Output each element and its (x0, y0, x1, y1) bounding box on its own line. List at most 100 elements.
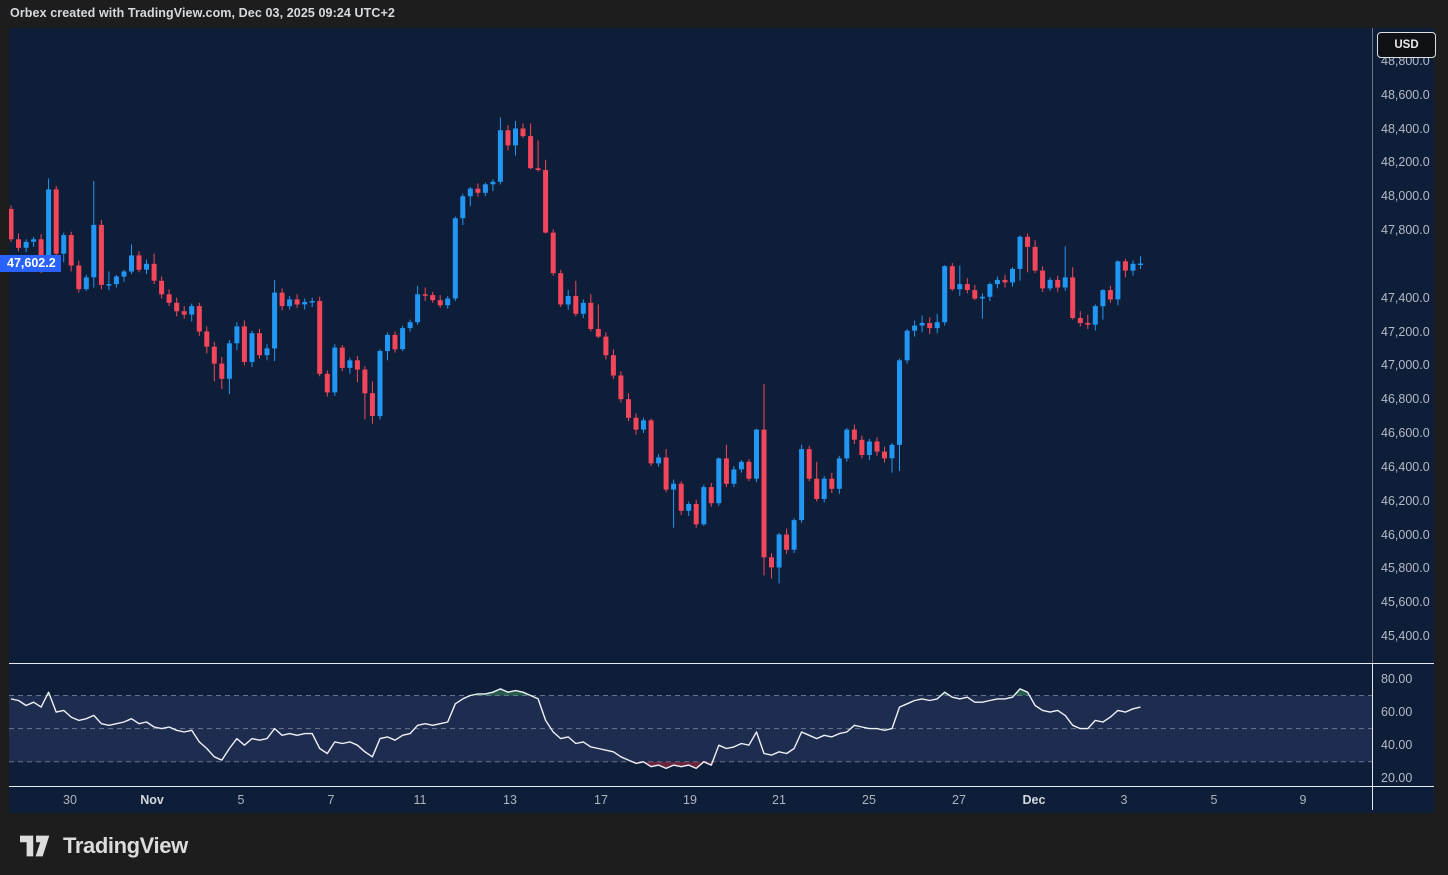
candle-up (837, 458, 842, 488)
candle-up (24, 242, 29, 248)
candle-up (912, 326, 917, 331)
time-axis-label: 9 (1300, 793, 1307, 807)
candle-down (1025, 237, 1030, 247)
candle-up (731, 469, 736, 483)
price-axis-label: 45,400.0 (1381, 629, 1430, 643)
candle-wick (1140, 256, 1141, 269)
candle-down (370, 393, 375, 416)
candle-down (852, 430, 857, 440)
candle-down (325, 374, 330, 393)
price-axis-label: 46,600.0 (1381, 426, 1430, 440)
candle-down (137, 255, 142, 269)
candle-up (265, 348, 270, 355)
candle-up (302, 302, 307, 305)
candle-up (61, 235, 66, 254)
price-axis-label: 46,200.0 (1381, 494, 1430, 508)
candle-wick (959, 266, 960, 296)
rsi-axis-label: 20.00 (1381, 771, 1412, 785)
candle-down (430, 295, 435, 300)
rsi-axis[interactable]: 80.0060.0040.0020.00 (1373, 663, 1434, 786)
candle-up (777, 535, 782, 568)
candle-up (799, 449, 804, 520)
price-axis-label: 48,600.0 (1381, 88, 1430, 102)
candlestick-pane[interactable] (9, 28, 1372, 663)
current-price-label: 47,602.2 (0, 255, 61, 272)
candle-down (393, 335, 398, 349)
candle-up (957, 284, 962, 289)
price-axis-label: 47,400.0 (1381, 291, 1430, 305)
rsi-axis-label: 80.00 (1381, 672, 1412, 686)
candle-down (521, 129, 526, 137)
candle-up (122, 272, 127, 277)
candle-up (995, 280, 1000, 284)
candle-up (1138, 264, 1143, 266)
candle-up (31, 239, 36, 242)
candle-down (573, 296, 578, 314)
candle-down (746, 462, 751, 479)
candle-down (1078, 318, 1083, 323)
candle-down (99, 225, 104, 285)
candle-down (76, 266, 81, 290)
pane-separator[interactable] (9, 663, 1434, 664)
candle-up (1010, 269, 1015, 283)
candle-down (69, 235, 74, 265)
rsi-axis-label: 60.00 (1381, 705, 1412, 719)
time-axis-label: 21 (772, 793, 786, 807)
candle-down (972, 290, 977, 299)
candle-down (558, 273, 563, 304)
candle-down (679, 484, 684, 511)
time-axis-label: 30 (63, 793, 77, 807)
candle-down (506, 130, 511, 145)
chart-attribution-text: Orbex created with TradingView.com, Dec … (10, 6, 395, 20)
price-axis[interactable]: 48,800.048,600.048,400.048,200.048,000.0… (1373, 28, 1434, 663)
candle-down (596, 329, 601, 337)
rsi-pane[interactable] (9, 663, 1372, 786)
price-axis-label: 45,600.0 (1381, 595, 1430, 609)
candle-up (408, 322, 413, 328)
candle-up (234, 326, 239, 343)
tradingview-logo[interactable]: TradingView (20, 833, 188, 859)
candle-wick (33, 237, 34, 247)
candle-down (528, 136, 533, 168)
candle-down (543, 170, 548, 233)
candle-up (1048, 280, 1053, 289)
candle-down (54, 189, 59, 253)
time-axis[interactable]: 30Nov5711131719212527Dec359 (9, 786, 1434, 813)
time-axis-label: 19 (683, 793, 697, 807)
candle-down (197, 306, 202, 331)
candle-down (724, 458, 729, 483)
candle-down (242, 326, 247, 362)
candle-down (423, 294, 428, 296)
candle-down (280, 293, 285, 307)
candle-up (310, 301, 315, 303)
price-axis-label: 48,200.0 (1381, 155, 1430, 169)
price-axis-label: 48,400.0 (1381, 122, 1430, 136)
candle-down (1003, 280, 1008, 283)
candle-up (114, 277, 119, 285)
candle-up (792, 520, 797, 550)
time-axis-month-label: Dec (1023, 793, 1046, 807)
candle-down (1070, 277, 1075, 318)
candle-up (844, 430, 849, 459)
candle-down (355, 360, 360, 369)
candle-up (671, 484, 676, 490)
candle-down (927, 323, 932, 328)
currency-toggle-button[interactable]: USD (1377, 32, 1436, 58)
candle-up (1093, 306, 1098, 325)
candle-up (385, 335, 390, 351)
candle-down (438, 300, 443, 305)
candle-down (618, 376, 623, 400)
candle-up (106, 284, 111, 286)
candle-up (250, 333, 255, 362)
price-axis-label: 47,200.0 (1381, 325, 1430, 339)
candle-down (1040, 271, 1045, 289)
candle-down (588, 303, 593, 329)
candle-up (378, 351, 383, 416)
candle-up (144, 264, 149, 270)
candle-down (219, 364, 224, 379)
price-axis-label: 46,000.0 (1381, 528, 1430, 542)
candle-down (204, 332, 209, 347)
candle-down (159, 281, 164, 295)
tradingview-logo-icon (20, 835, 54, 857)
candle-up (942, 266, 947, 322)
